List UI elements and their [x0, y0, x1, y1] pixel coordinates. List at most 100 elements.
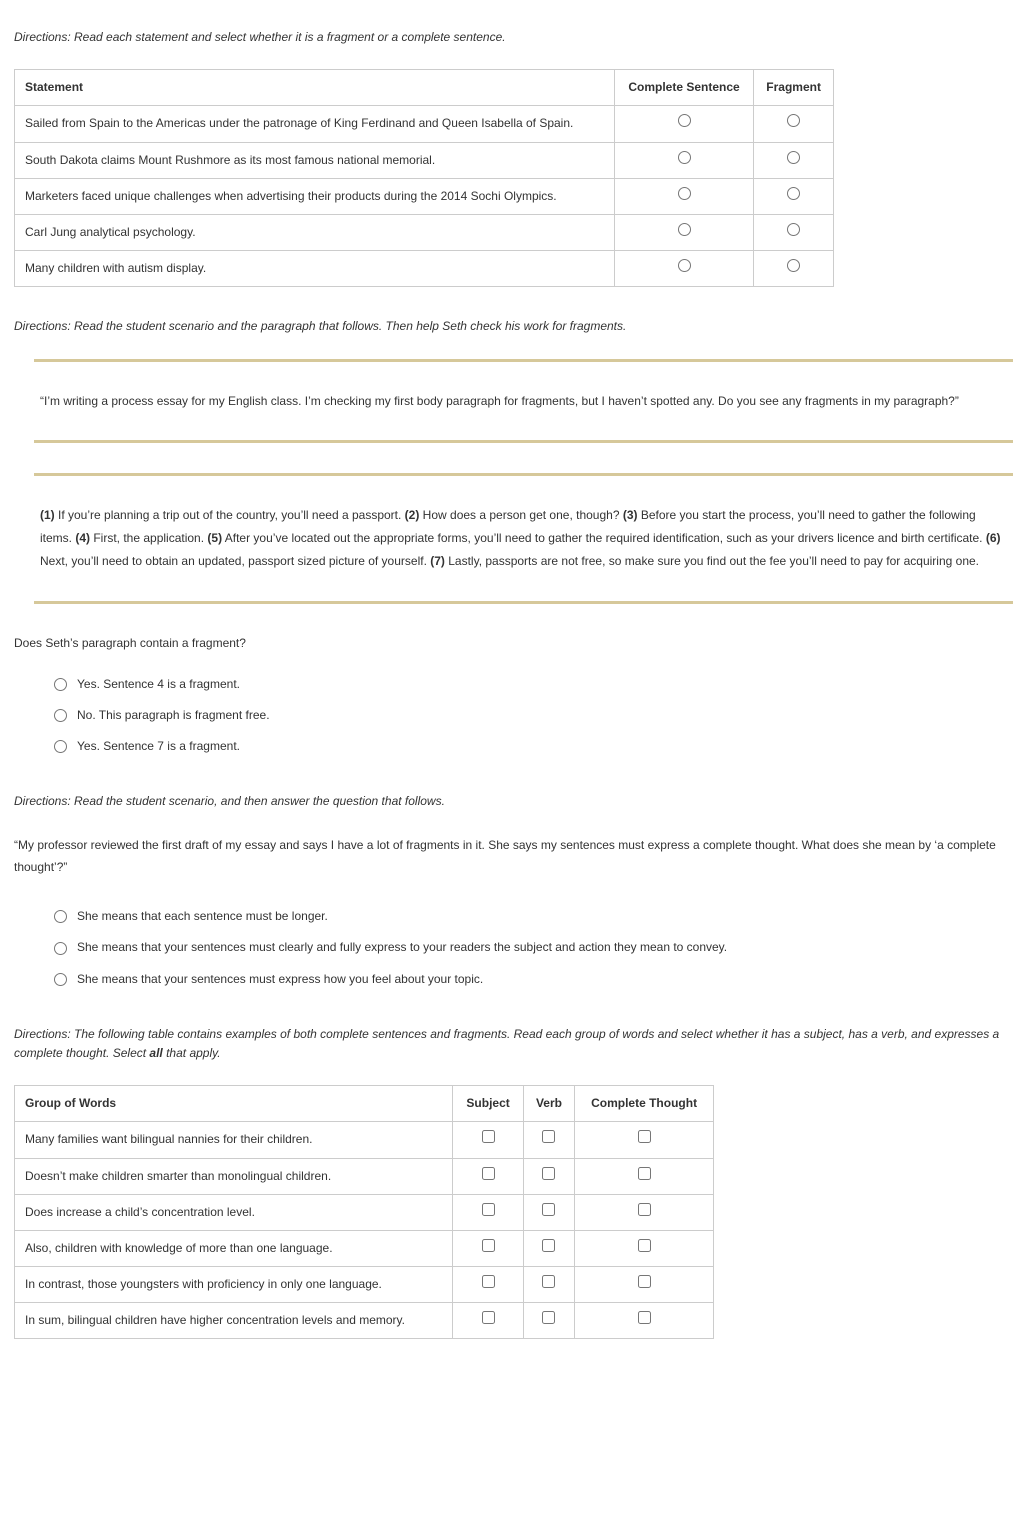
group-cell: In contrast, those youngsters with profi… — [15, 1267, 453, 1303]
directions-2: Directions: Read the student scenario an… — [14, 317, 1013, 336]
checkbox-verb[interactable] — [542, 1130, 555, 1143]
checkbox-thought[interactable] — [638, 1130, 651, 1143]
table-row: Many children with autism display. — [15, 251, 834, 287]
dir4-bold: all — [149, 1046, 162, 1060]
radio-fragment[interactable] — [787, 187, 800, 200]
statement-cell: Marketers faced unique challenges when a… — [15, 178, 615, 214]
table-row: In contrast, those youngsters with profi… — [15, 1267, 714, 1303]
table-row: South Dakota claims Mount Rushmore as it… — [15, 142, 834, 178]
divider — [34, 601, 1013, 604]
sent-7: Lastly, passports are not free, so make … — [445, 554, 979, 568]
sent-6: Next, you’ll need to obtain an updated, … — [40, 554, 430, 568]
directions-4: Directions: The following table contains… — [14, 1025, 1013, 1063]
checkbox-thought[interactable] — [638, 1311, 651, 1324]
checkbox-verb[interactable] — [542, 1239, 555, 1252]
checkbox-thought[interactable] — [638, 1275, 651, 1288]
checkbox-verb[interactable] — [542, 1167, 555, 1180]
table-row: Doesn’t make children smarter than monol… — [15, 1158, 714, 1194]
radio-option[interactable] — [54, 709, 67, 722]
radio-complete[interactable] — [678, 259, 691, 272]
th-statement: Statement — [15, 70, 615, 106]
option-item: She means that your sentences must expre… — [54, 964, 1013, 995]
th-complete: Complete Sentence — [614, 70, 753, 106]
radio-option[interactable] — [54, 910, 67, 923]
option-label: She means that each sentence must be lon… — [77, 907, 328, 926]
num-6: (6) — [986, 531, 1001, 545]
radio-complete[interactable] — [678, 114, 691, 127]
sent-1: If you’re planning a trip out of the cou… — [55, 508, 405, 522]
scenario-block-1: “I’m writing a process essay for my Engl… — [34, 359, 1013, 444]
directions-1: Directions: Read each statement and sele… — [14, 28, 1013, 47]
num-4: (4) — [75, 531, 90, 545]
checkbox-subject[interactable] — [482, 1130, 495, 1143]
checkbox-subject[interactable] — [482, 1167, 495, 1180]
checkbox-thought[interactable] — [638, 1167, 651, 1180]
group-cell: Also, children with knowledge of more th… — [15, 1230, 453, 1266]
checkbox-subject[interactable] — [482, 1275, 495, 1288]
checkbox-thought[interactable] — [638, 1239, 651, 1252]
table-row: Does increase a child’s concentration le… — [15, 1194, 714, 1230]
statement-cell: Sailed from Spain to the Americas under … — [15, 106, 615, 142]
sent-4: First, the application. — [90, 531, 207, 545]
scenario-quote-2: “My professor reviewed the first draft o… — [14, 834, 1013, 880]
radio-option[interactable] — [54, 740, 67, 753]
checkbox-subject[interactable] — [482, 1239, 495, 1252]
th-verb: Verb — [523, 1086, 574, 1122]
checkbox-subject[interactable] — [482, 1311, 495, 1324]
option-item: No. This paragraph is fragment free. — [54, 700, 1013, 731]
table-row: Many families want bilingual nannies for… — [15, 1122, 714, 1158]
statement-cell: South Dakota claims Mount Rushmore as it… — [15, 142, 615, 178]
option-label: No. This paragraph is fragment free. — [77, 706, 270, 725]
question-seth: Does Seth’s paragraph contain a fragment… — [14, 634, 1013, 653]
options-list-2: Yes. Sentence 4 is a fragment. No. This p… — [54, 669, 1013, 763]
th-thought: Complete Thought — [575, 1086, 714, 1122]
table-row: In sum, bilingual children have higher c… — [15, 1303, 714, 1339]
radio-option[interactable] — [54, 973, 67, 986]
group-words-table: Group of Words Subject Verb Complete Tho… — [14, 1085, 714, 1339]
radio-fragment[interactable] — [787, 259, 800, 272]
checkbox-verb[interactable] — [542, 1203, 555, 1216]
option-item: She means that each sentence must be lon… — [54, 901, 1013, 932]
sent-5: After you’ve located out the appropriate… — [222, 531, 986, 545]
group-cell: Does increase a child’s concentration le… — [15, 1194, 453, 1230]
divider — [34, 359, 1013, 362]
table-row: Carl Jung analytical psychology. — [15, 214, 834, 250]
group-cell: In sum, bilingual children have higher c… — [15, 1303, 453, 1339]
directions-3: Directions: Read the student scenario, a… — [14, 792, 1013, 811]
table-row: Also, children with knowledge of more th… — [15, 1230, 714, 1266]
divider — [34, 440, 1013, 443]
radio-fragment[interactable] — [787, 223, 800, 236]
paragraph-block: (1) If you’re planning a trip out of the… — [34, 473, 1013, 603]
radio-fragment[interactable] — [787, 151, 800, 164]
option-item: She means that your sentences must clear… — [54, 932, 1013, 963]
radio-option[interactable] — [54, 678, 67, 691]
option-label: She means that your sentences must expre… — [77, 970, 483, 989]
checkbox-thought[interactable] — [638, 1203, 651, 1216]
checkbox-verb[interactable] — [542, 1311, 555, 1324]
checkbox-subject[interactable] — [482, 1203, 495, 1216]
radio-option[interactable] — [54, 942, 67, 955]
divider — [34, 473, 1013, 476]
option-label: Yes. Sentence 7 is a fragment. — [77, 737, 240, 756]
option-item: Yes. Sentence 7 is a fragment. — [54, 731, 1013, 762]
th-group: Group of Words — [15, 1086, 453, 1122]
radio-fragment[interactable] — [787, 114, 800, 127]
num-1: (1) — [40, 508, 55, 522]
sent-2: How does a person get one, though? — [419, 508, 622, 522]
options-list-3: She means that each sentence must be lon… — [54, 901, 1013, 995]
radio-complete[interactable] — [678, 187, 691, 200]
statement-cell: Many children with autism display. — [15, 251, 615, 287]
scenario-quote-1: “I’m writing a process essay for my Engl… — [34, 376, 1013, 427]
option-label: Yes. Sentence 4 is a fragment. — [77, 675, 240, 694]
num-7: (7) — [430, 554, 445, 568]
dir4-post: that apply. — [163, 1046, 221, 1060]
checkbox-verb[interactable] — [542, 1275, 555, 1288]
option-label: She means that your sentences must clear… — [77, 938, 727, 957]
radio-complete[interactable] — [678, 151, 691, 164]
num-2: (2) — [405, 508, 420, 522]
seth-paragraph: (1) If you’re planning a trip out of the… — [34, 490, 1013, 586]
group-cell: Doesn’t make children smarter than monol… — [15, 1158, 453, 1194]
group-cell: Many families want bilingual nannies for… — [15, 1122, 453, 1158]
radio-complete[interactable] — [678, 223, 691, 236]
table-row: Marketers faced unique challenges when a… — [15, 178, 834, 214]
